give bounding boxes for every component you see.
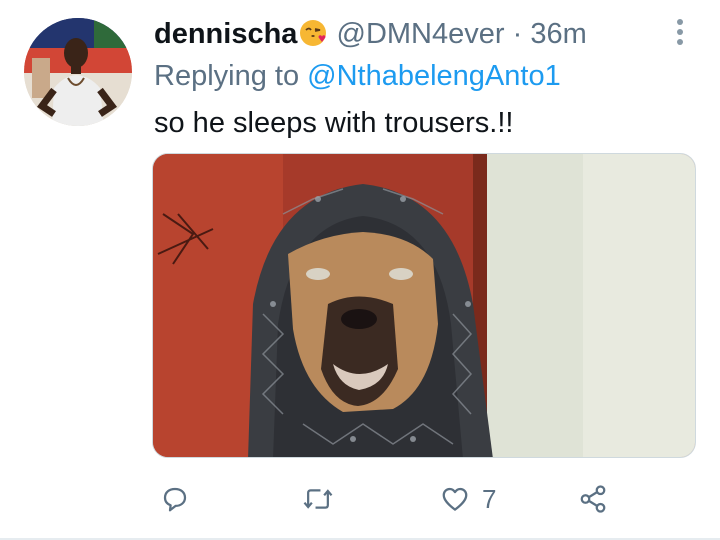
tweet-actions: 7 xyxy=(0,474,720,524)
replying-to-line: Replying to @NthabelengAnto1 xyxy=(154,56,561,96)
tweet-text: so he sleeps with trousers.!! xyxy=(154,107,514,139)
like-button[interactable]: 7 xyxy=(440,474,496,524)
reply-icon xyxy=(160,484,190,514)
separator-dot: · xyxy=(512,18,523,50)
tweet-media-photo[interactable] xyxy=(152,153,696,458)
tweet[interactable]: dennischa @DMN4ever · 36m Replying to @N… xyxy=(0,0,720,540)
reply-button[interactable] xyxy=(160,474,190,524)
replying-to-mention[interactable]: @NthabelengAnto1 xyxy=(307,60,561,92)
face-throwing-kiss-emoji xyxy=(298,18,328,48)
share-icon xyxy=(578,484,608,514)
timestamp[interactable]: 36m xyxy=(530,18,586,50)
display-name[interactable]: dennischa xyxy=(154,18,297,50)
retweet-button[interactable] xyxy=(302,474,334,524)
heart-icon xyxy=(440,484,470,514)
user-handle[interactable]: @DMN4ever xyxy=(337,18,505,50)
more-options-icon[interactable] xyxy=(668,14,692,50)
retweet-icon xyxy=(302,484,334,514)
avatar[interactable] xyxy=(24,18,132,126)
share-button[interactable] xyxy=(578,474,608,524)
replying-prefix: Replying to xyxy=(154,60,308,92)
tweet-header: dennischa @DMN4ever · 36m xyxy=(154,14,587,54)
like-count: 7 xyxy=(482,484,497,514)
